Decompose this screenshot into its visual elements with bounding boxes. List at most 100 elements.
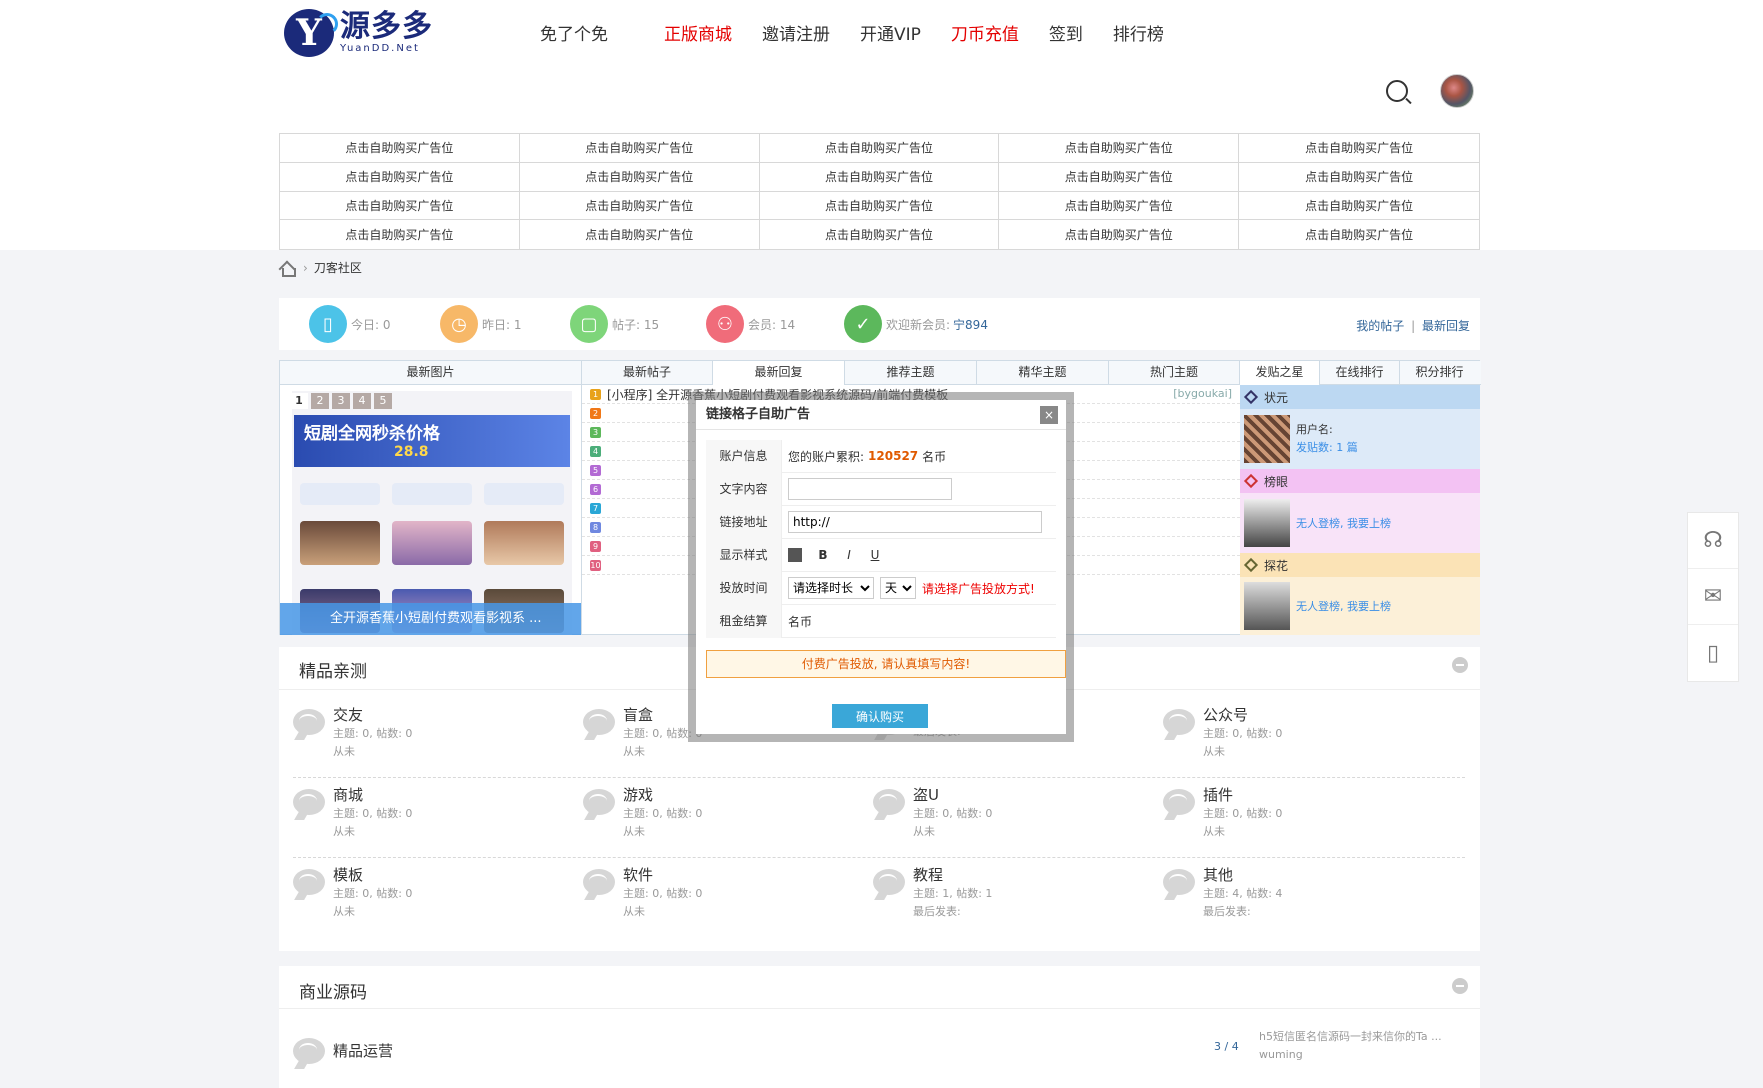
- my-posts-link[interactable]: 我的帖子: [1356, 319, 1404, 333]
- forum-item[interactable]: 交友 主题: 0, 帖数: 0 从未: [293, 705, 412, 761]
- slide-num-2[interactable]: 2: [311, 393, 329, 409]
- forum-item[interactable]: 盲盒 主题: 0, 帖数: 0 从未: [583, 705, 702, 761]
- forum-item[interactable]: 公众号 主题: 0, 帖数: 0 从未: [1163, 705, 1282, 761]
- stat-welcome-user[interactable]: 宁894: [953, 318, 988, 332]
- search-icon[interactable]: [1386, 80, 1408, 102]
- ad-slot[interactable]: 点击自助购买广告位: [1239, 192, 1479, 221]
- forum-name[interactable]: 商城: [333, 785, 412, 805]
- ad-slot[interactable]: 点击自助购买广告位: [759, 134, 1000, 163]
- forum-name[interactable]: 模板: [333, 865, 412, 885]
- collapse-icon[interactable]: [1452, 657, 1468, 673]
- bold-button[interactable]: B: [812, 548, 834, 562]
- ad-slot[interactable]: 点击自助购买广告位: [520, 220, 760, 249]
- forum-latest-user[interactable]: wuming: [1259, 1046, 1442, 1064]
- ad-slot[interactable]: 点击自助购买广告位: [519, 162, 760, 192]
- forum-name[interactable]: 盗U: [913, 785, 992, 805]
- tab-recommended[interactable]: 推荐主题: [845, 361, 977, 384]
- ad-slot[interactable]: 点击自助购买广告位: [759, 191, 1000, 221]
- site-logo[interactable]: Y 源多多 YuanDD.Net: [284, 8, 444, 58]
- slide-caption[interactable]: 全开源香蕉小短剧付费观看影视系 ...: [280, 603, 581, 635]
- text-content-input[interactable]: [788, 478, 952, 500]
- image-slider[interactable]: 短剧全网秒杀价格 28.8 1 2 3 4 5 全开源香蕉小短剧付费观看影视系 …: [280, 385, 582, 635]
- list-item-author[interactable]: [bygoukai]: [1173, 387, 1232, 400]
- ad-slot[interactable]: 点击自助购买广告位: [999, 220, 1240, 249]
- ad-slot[interactable]: 点击自助购买广告位: [280, 191, 520, 221]
- duration-select[interactable]: 请选择时长: [788, 577, 874, 599]
- forum-name[interactable]: 软件: [623, 865, 702, 885]
- forum-item[interactable]: 模板 主题: 0, 帖数: 0 从未: [293, 865, 412, 921]
- slide-num-4[interactable]: 4: [353, 393, 371, 409]
- underline-button[interactable]: U: [864, 548, 886, 562]
- forum-item[interactable]: 其他 主题: 4, 帖数: 4 最后发表:: [1163, 865, 1282, 921]
- collapse-icon[interactable]: [1452, 978, 1468, 994]
- forum-name[interactable]: 教程: [913, 865, 992, 885]
- ad-slot[interactable]: 点击自助购买广告位: [280, 220, 520, 249]
- tab-latest-replies[interactable]: 最新回复: [713, 361, 845, 385]
- forum-item[interactable]: 盗U 主题: 0, 帖数: 0 从未: [873, 785, 992, 841]
- home-icon[interactable]: [279, 261, 296, 277]
- tab-post-star[interactable]: 发贴之星: [1240, 361, 1320, 385]
- rank-post-count[interactable]: 发贴数: 1 篇: [1296, 439, 1358, 457]
- tab-latest-images[interactable]: 最新图片: [280, 361, 582, 384]
- italic-button[interactable]: I: [838, 548, 860, 562]
- confirm-purchase-button[interactable]: 确认购买: [832, 704, 928, 728]
- mobile-icon[interactable]: ▯: [1688, 625, 1738, 681]
- wechat-icon[interactable]: ✉: [1688, 569, 1738, 625]
- ad-slot[interactable]: 点击自助购买广告位: [1239, 163, 1479, 192]
- section-title[interactable]: 精品亲测: [299, 657, 367, 682]
- rank-avatar[interactable]: [1244, 415, 1290, 463]
- tab-points-rank[interactable]: 积分排行: [1400, 361, 1479, 384]
- avatar[interactable]: [1440, 74, 1474, 108]
- forum-name[interactable]: 游戏: [623, 785, 702, 805]
- ad-slot[interactable]: 点击自助购买广告位: [1239, 134, 1479, 163]
- tab-latest-posts[interactable]: 最新帖子: [582, 361, 713, 384]
- nav-vip[interactable]: 开通VIP: [860, 20, 921, 45]
- section-title[interactable]: 商业源码: [299, 978, 367, 1003]
- forum-item[interactable]: 精品运营: [293, 1034, 393, 1068]
- forum-name[interactable]: 插件: [1203, 785, 1282, 805]
- forum-item[interactable]: 插件 主题: 0, 帖数: 0 从未: [1163, 785, 1282, 841]
- forum-name[interactable]: 公众号: [1203, 705, 1282, 725]
- slide-image[interactable]: 短剧全网秒杀价格 28.8: [292, 391, 572, 635]
- ad-slot[interactable]: 点击自助购买广告位: [999, 191, 1240, 221]
- latest-reply-link[interactable]: 最新回复: [1422, 319, 1470, 333]
- tab-online-rank[interactable]: 在线排行: [1320, 361, 1400, 384]
- rank-third-empty[interactable]: 无人登榜, 我要上榜: [1296, 598, 1391, 614]
- forum-item[interactable]: 软件 主题: 0, 帖数: 0 从未: [583, 865, 702, 921]
- forum-bubble-icon: [583, 709, 615, 735]
- nav-invite[interactable]: 邀请注册: [762, 20, 830, 45]
- breadcrumb-current[interactable]: 刀客社区: [314, 259, 362, 276]
- slide-num-5[interactable]: 5: [374, 393, 392, 409]
- rank-second-empty[interactable]: 无人登榜, 我要上榜: [1296, 515, 1391, 531]
- nav-recharge[interactable]: 刀币充值: [951, 20, 1019, 45]
- slide-num-3[interactable]: 3: [332, 393, 350, 409]
- ad-slot[interactable]: 点击自助购买广告位: [760, 220, 1000, 249]
- nav-mianlegemian[interactable]: 免了个免: [540, 20, 608, 45]
- tab-hot[interactable]: 热门主题: [1109, 361, 1240, 384]
- link-url-input[interactable]: [788, 511, 1042, 533]
- ad-slot[interactable]: 点击自助购买广告位: [280, 162, 520, 192]
- nav-signin[interactable]: 签到: [1049, 20, 1083, 45]
- forum-name[interactable]: 精品运营: [333, 1034, 393, 1068]
- ad-slot[interactable]: 点击自助购买广告位: [519, 191, 760, 221]
- ad-slot[interactable]: 点击自助购买广告位: [999, 162, 1240, 192]
- ad-slot[interactable]: 点击自助购买广告位: [759, 162, 1000, 192]
- forum-item[interactable]: 商城 主题: 0, 帖数: 0 从未: [293, 785, 412, 841]
- close-icon[interactable]: ×: [1040, 406, 1058, 424]
- forum-name[interactable]: 交友: [333, 705, 412, 725]
- forum-item[interactable]: 教程 主题: 1, 帖数: 1 最后发表:: [873, 865, 992, 921]
- forum-latest-title[interactable]: h5短信匿名信源码一封来信你的Ta ...: [1259, 1028, 1442, 1046]
- unit-select[interactable]: 天: [880, 577, 916, 599]
- tab-featured[interactable]: 精华主题: [977, 361, 1109, 384]
- ad-slot[interactable]: 点击自助购买广告位: [999, 134, 1240, 163]
- forum-item[interactable]: 游戏 主题: 0, 帖数: 0 从未: [583, 785, 702, 841]
- ad-slot[interactable]: 点击自助购买广告位: [519, 134, 760, 163]
- forum-name[interactable]: 其他: [1203, 865, 1282, 885]
- ad-slot[interactable]: 点击自助购买广告位: [280, 134, 520, 163]
- headset-icon[interactable]: ☊: [1688, 513, 1738, 569]
- nav-ranking[interactable]: 排行榜: [1113, 20, 1164, 45]
- ad-slot[interactable]: 点击自助购买广告位: [1239, 220, 1479, 249]
- nav-shop[interactable]: 正版商城: [664, 20, 732, 45]
- color-picker[interactable]: [788, 548, 802, 562]
- slide-num-1[interactable]: 1: [290, 393, 308, 409]
